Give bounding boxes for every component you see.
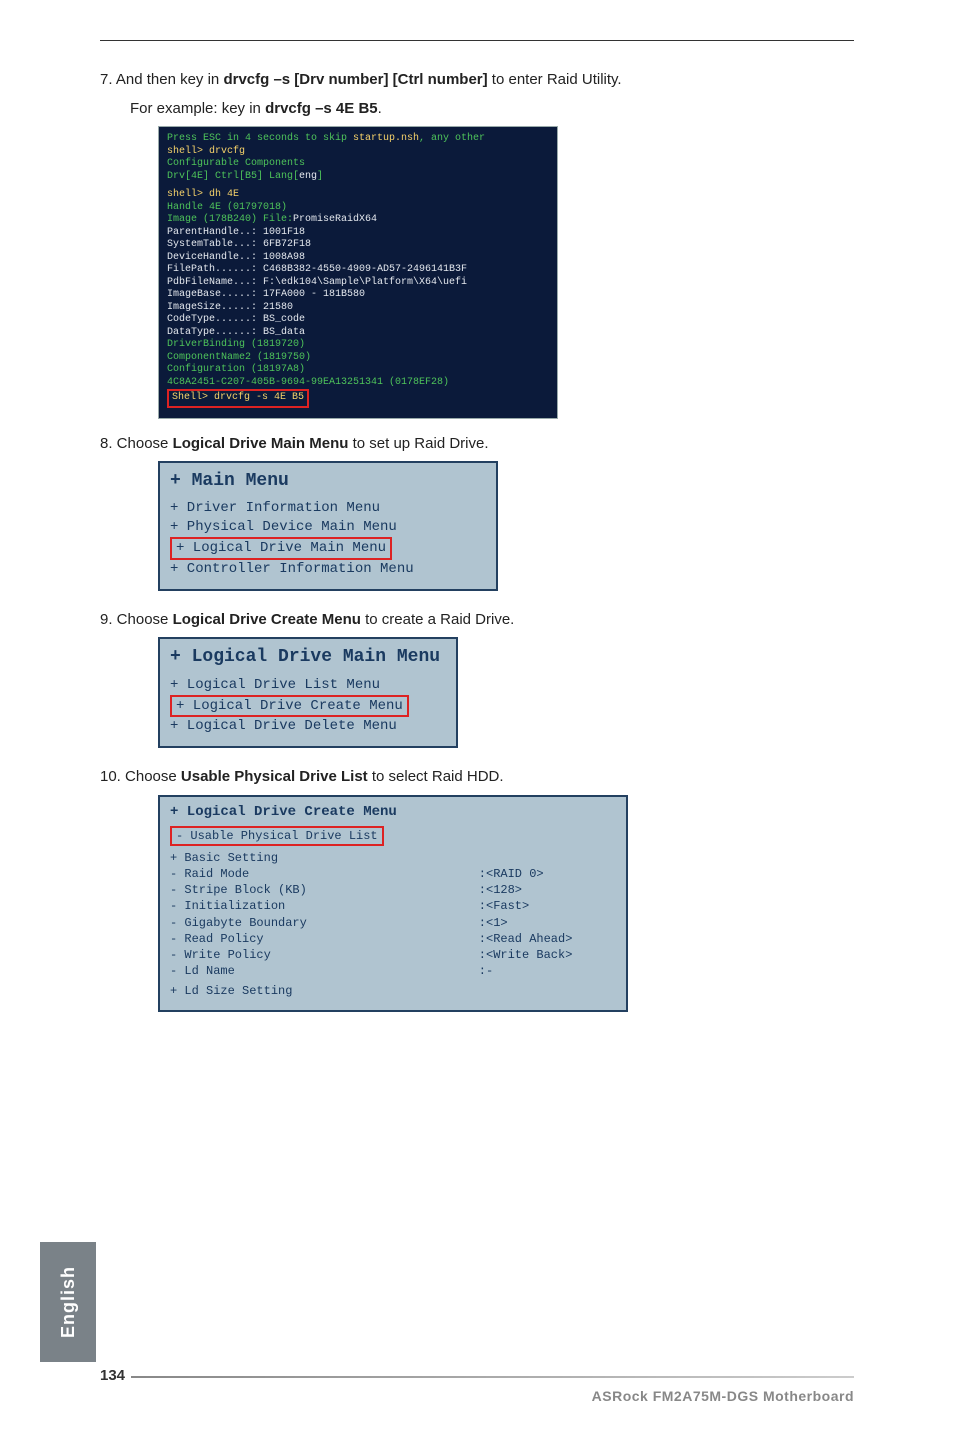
shell-line-10: DeviceHandle..: 1008A98 [167,252,549,265]
step-7-cmd2: drvcfg –s 4E B5 [265,100,378,117]
shell-line-14: ImageSize.....: 21580 [167,302,549,315]
shell-line-9: SystemTable...: 6FB72F18 [167,239,549,252]
bios-menu-3: + Logical Drive Create Menu - Usable Phy… [158,795,628,1012]
menu1-title: + Main Menu [170,469,486,493]
menu3-r3r: <128> [486,882,616,898]
shell-line-17: DriverBinding (1819720) [167,339,549,352]
shell-line-7: Image (178B240) File:PromiseRaidX64 [167,214,549,227]
menu3-hl-wrap: - Usable Physical Drive List [170,826,616,846]
shell-line-1: Press ESC in 4 seconds to skip startup.n… [167,133,549,146]
shell-line-16: DataType......: BS_data [167,327,549,340]
page-number: 134 [100,1367,125,1384]
step-10: 10. Choose Usable Physical Drive List to… [100,766,854,789]
menu3-r1: + Basic Setting [170,850,616,866]
menu3-r6r: <Read Ahead> [486,931,616,947]
menu1-r1: + Driver Information Menu [170,499,486,518]
menu3-r5l: - Gigabyte Boundary [170,915,479,931]
step-10-num: 10. [100,766,121,789]
shell-screenshot: Press ESC in 4 seconds to skip startup.n… [158,126,558,419]
step-8-pre: Choose [113,435,173,452]
bios-menu-1: + Main Menu + Driver Information Menu + … [158,461,498,591]
menu2-r2-highlight: + Logical Drive Create Menu [170,695,409,718]
step-7-num: 7. [100,69,113,92]
shell-line-12: PdbFileName...: F:\edk104\Sample\Platfor… [167,277,549,290]
shell-line-20: 4C8A2451-C207-405B-9694-99EA13251341 (01… [167,377,549,390]
menu3-r2l: - Raid Mode [170,866,479,882]
footer: 134 ASRock FM2A75M-DGS Motherboard [100,1367,854,1404]
shell-line-13: ImageBase.....: 17FA000 - 181B580 [167,289,549,302]
menu3-r6: - Read Policy:<Read Ahead> [170,931,616,947]
shell-line-2: shell> drvcfg [167,146,549,159]
shell-cmd-highlight: Shell> drvcfg -s 4E B5 [167,389,309,408]
step-10-bold: Usable Physical Drive List [181,768,368,785]
step-8: 8. Choose Logical Drive Main Menu to set… [100,433,854,456]
menu3-r7r: <Write Back> [486,947,616,963]
step-8-post: to set up Raid Drive. [348,435,488,452]
step-9-bold: Logical Drive Create Menu [173,611,361,628]
menu3-r2: - Raid Mode:<RAID 0> [170,866,616,882]
menu3-r8: - Ld Name:- [170,963,616,979]
footer-line: 134 [100,1367,854,1384]
menu3-r4r: <Fast> [486,898,616,914]
shell-line-11: FilePath......: C468B382-4550-4909-AD57-… [167,264,549,277]
language-tab-label: English [58,1266,79,1338]
menu3-r7l: - Write Policy [170,947,479,963]
menu3-title: + Logical Drive Create Menu [170,803,616,822]
menu2-title: + Logical Drive Main Menu [170,645,446,669]
menu3-r3l: - Stripe Block (KB) [170,882,479,898]
step-9: 9. Choose Logical Drive Create Menu to c… [100,609,854,632]
step-7-line2: For example: key in drvcfg –s 4E B5. [100,98,854,121]
step-8-num: 8. [100,433,113,456]
menu3-r3: - Stripe Block (KB):<128> [170,882,616,898]
step-7: 7. And then key in drvcfg –s [Drv number… [100,69,854,92]
step-7-cmd1: drvcfg –s [Drv number] [Ctrl number] [223,71,487,88]
menu3-hl: - Usable Physical Drive List [170,826,384,846]
footer-title: ASRock FM2A75M-DGS Motherboard [100,1388,854,1404]
menu3-r5: - Gigabyte Boundary:<1> [170,915,616,931]
step-10-post: to select Raid HDD. [368,768,504,785]
shell-line-21: Shell> drvcfg -s 4E B5 [167,389,549,408]
menu3-r7: - Write Policy:<Write Back> [170,947,616,963]
step-7-pre: And then key in [113,71,224,88]
step-10-pre: Choose [121,768,181,785]
menu3-r4: - Initialization:<Fast> [170,898,616,914]
shell-line-18: ComponentName2 (1819750) [167,352,549,365]
menu1-r3-wrap: + Logical Drive Main Menu [170,537,486,560]
page-container: 7. And then key in drvcfg –s [Drv number… [0,0,954,1432]
menu3-r9: + Ld Size Setting [170,983,616,999]
step-8-bold: Logical Drive Main Menu [173,435,349,452]
step-7-line2-pre: For example: key in [130,100,265,117]
shell-line-3: Configurable Components [167,158,549,171]
bios-menu-2: + Logical Drive Main Menu + Logical Driv… [158,637,458,748]
menu3-r4l: - Initialization [170,898,479,914]
menu1-r4: + Controller Information Menu [170,560,486,579]
top-rule [100,40,854,41]
step-7-line2-post: . [378,100,382,117]
menu3-r8l: - Ld Name [170,963,479,979]
shell-line-4: Drv[4E] Ctrl[B5] Lang[eng] [167,171,549,184]
language-tab: English [40,1242,96,1362]
menu2-r3: + Logical Drive Delete Menu [170,717,446,736]
shell-line-8: ParentHandle..: 1001F18 [167,227,549,240]
menu3-r2r: <RAID 0> [486,866,616,882]
menu2-r2-wrap: + Logical Drive Create Menu [170,695,446,718]
shell-line-5: shell> dh 4E [167,189,549,202]
menu1-r2: + Physical Device Main Menu [170,518,486,537]
step-9-post: to create a Raid Drive. [361,611,514,628]
step-7-mid: to enter Raid Utility. [488,71,622,88]
menu2-r1: + Logical Drive List Menu [170,676,446,695]
menu3-r5r: <1> [486,915,616,931]
menu3-r6l: - Read Policy [170,931,479,947]
menu3-r8r: - [486,963,616,979]
shell-line-6: Handle 4E (01797018) [167,202,549,215]
footer-rule [131,1376,854,1378]
shell-line-15: CodeType......: BS_code [167,314,549,327]
step-9-num: 9. [100,609,113,632]
menu1-r3-highlight: + Logical Drive Main Menu [170,537,392,560]
shell-line-19: Configuration (18197A8) [167,364,549,377]
step-9-pre: Choose [113,611,173,628]
